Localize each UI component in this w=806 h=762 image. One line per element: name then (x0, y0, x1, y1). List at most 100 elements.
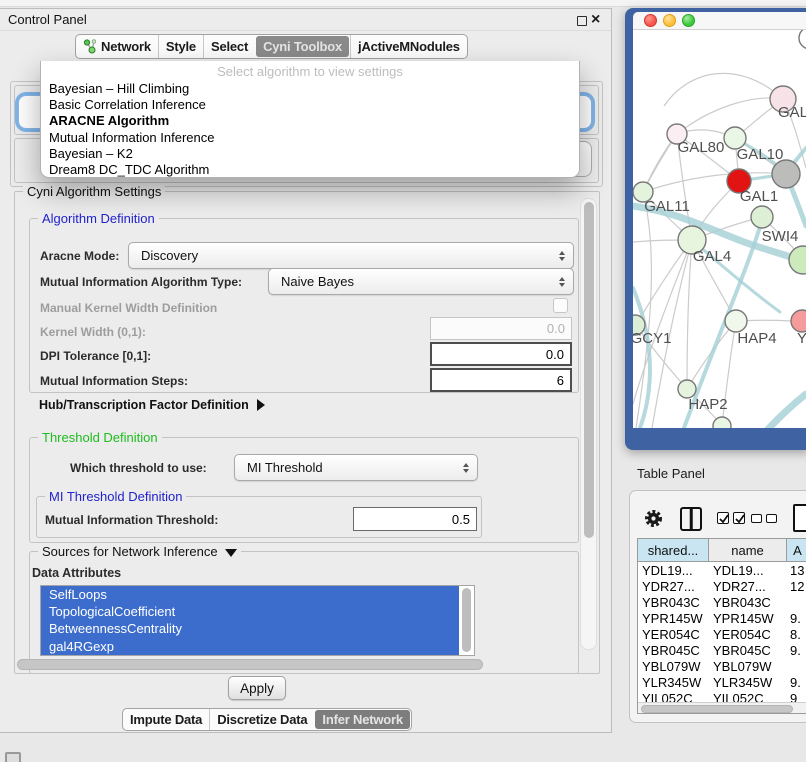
tab-cyni-toolbox[interactable]: Cyni Toolbox (256, 36, 349, 57)
kernel-width-field[interactable]: 0.0 (430, 317, 572, 340)
desktop-shortcut-icon[interactable] (5, 752, 21, 762)
column-header-a[interactable]: A (787, 539, 806, 562)
network-edge-highlighted (750, 394, 806, 428)
table-row[interactable]: YIL052CYIL052C9 (638, 690, 806, 702)
algorithm-option-aracne-algorithm[interactable]: ARACNE Algorithm (41, 113, 579, 129)
network-node-label: GAL (778, 104, 806, 121)
table-row[interactable]: YER054CYER054C8. (638, 626, 806, 642)
close-traffic-light-icon[interactable] (644, 14, 657, 27)
table-cell: YBR043C (713, 595, 771, 610)
network-node-label: GAL11 (644, 198, 690, 215)
control-panel-window: Control Panel × NetworkStyleSelectCyni T… (0, 8, 612, 733)
column-header-shared[interactable]: shared... (638, 539, 709, 562)
tab-network[interactable]: Network (76, 35, 158, 58)
close-icon[interactable]: × (591, 11, 600, 29)
select-all-checkbox-icon-2[interactable] (733, 512, 745, 524)
node-table: shared...nameA YDL19...YDL19...13YDR27..… (637, 538, 806, 714)
minimize-traffic-light-icon[interactable] (663, 14, 676, 27)
dpi-tolerance-field[interactable]: 0.0 (430, 342, 572, 366)
mi-type-combo[interactable]: Naive Bayes (268, 268, 574, 295)
sources-toggle[interactable]: Sources for Network Inference (38, 544, 241, 559)
table-cell: YIL052C (713, 691, 764, 702)
tab-select[interactable]: Select (203, 35, 255, 58)
aracne-mode-combo[interactable]: Discovery (128, 242, 574, 269)
select-all-checkbox-icon[interactable] (717, 512, 729, 524)
table-row[interactable]: YDR27...YDR27...12 (638, 578, 806, 594)
table-cell: YBR045C (642, 643, 700, 658)
tab-style[interactable]: Style (158, 35, 203, 58)
mi-threshold-definition-group: MI Threshold Definition Mutual Informati… (36, 496, 482, 538)
network-view-window[interactable]: GALGAL80GAL10GAL1GAL11SWI4GAL4GCY1HAP4YH… (625, 8, 806, 450)
column-header-name[interactable]: name (709, 539, 787, 562)
attribute-item-gal4rgexp[interactable]: gal4RGexp (41, 638, 459, 655)
network-node-y[interactable] (791, 310, 806, 332)
table-row[interactable]: YBL079WYBL079W (638, 658, 806, 674)
table-rows: YDL19...YDL19...13YDR27...YDR27...12YBR0… (638, 562, 806, 702)
mi-type-label: Mutual Information Algorithm Type: (40, 275, 242, 289)
hub-definition-toggle[interactable]: Hub/Transcription Factor Definition (39, 398, 265, 412)
mi-threshold-definition-title: MI Threshold Definition (45, 489, 186, 504)
algorithm-dropdown-list: Bayesian – Hill ClimbingBasic Correlatio… (41, 81, 579, 178)
desktop-top-strip (0, 0, 806, 7)
deselect-checkbox-icon[interactable] (751, 514, 762, 523)
table-row[interactable]: YDL19...YDL19...13 (638, 562, 806, 578)
network-canvas[interactable]: GALGAL80GAL10GAL1GAL11SWI4GAL4GCY1HAP4YH… (633, 30, 806, 428)
algorithm-option-mutual-information-inference[interactable]: Mutual Information Inference (41, 130, 579, 146)
tab-label: Network (101, 39, 151, 54)
attr-list-scrollbar[interactable] (462, 588, 471, 652)
table-cell: YLR345W (713, 675, 772, 690)
algorithm-option-bayesian-k2[interactable]: Bayesian – K2 (41, 146, 579, 162)
network-node[interactable] (772, 160, 800, 188)
which-threshold-combo[interactable]: MI Threshold (234, 454, 478, 481)
algorithm-option-bayesian-hill-climbing[interactable]: Bayesian – Hill Climbing (41, 81, 579, 97)
bottom-tab-infer-network[interactable]: Infer Network (315, 710, 409, 729)
which-threshold-label: Which threshold to use: (70, 461, 207, 475)
tab-label: Discretize Data (217, 712, 307, 727)
network-node-swi4[interactable] (751, 206, 773, 228)
data-attributes-list[interactable]: SelfLoopsTopologicalCoefficientBetweenne… (40, 585, 475, 656)
stepper-icon (559, 251, 565, 261)
bottom-tab-impute-data[interactable]: Impute Data (123, 709, 209, 730)
settings-vscroll-track[interactable] (580, 198, 597, 650)
algorithm-dropdown-placeholder: Select algorithm to view settings (41, 63, 579, 81)
network-window-titlebar[interactable] (633, 12, 806, 30)
table-cell: 8. (790, 627, 801, 642)
network-node[interactable] (789, 246, 806, 274)
float-window-icon[interactable] (577, 16, 587, 26)
gear-icon[interactable] (644, 509, 663, 528)
apply-button[interactable]: Apply (228, 676, 286, 700)
dpi-tolerance-label: DPI Tolerance [0,1]: (40, 349, 151, 363)
table-row[interactable]: YPR145WYPR145W9. (638, 610, 806, 626)
table-hscroll-track[interactable] (638, 702, 806, 714)
table-row[interactable]: YBR043CYBR043C (638, 594, 806, 610)
attribute-item-topologicalcoefficient[interactable]: TopologicalCoefficient (41, 603, 459, 620)
aracne-mode-label: Aracne Mode: (40, 249, 119, 263)
network-node-label: HAP4 (737, 330, 776, 347)
algorithm-option-basic-correlation-inference[interactable]: Basic Correlation Inference (41, 97, 579, 113)
mi-threshold-field[interactable]: 0.5 (353, 507, 477, 531)
table-hscroll-thumb[interactable] (641, 705, 793, 713)
mi-steps-field[interactable]: 6 (430, 368, 572, 392)
zoom-traffic-light-icon[interactable] (682, 14, 695, 27)
table-row[interactable]: YLR345WYLR345W9. (638, 674, 806, 690)
table-cell: 9 (790, 691, 797, 702)
table-cell: YBL079W (713, 659, 772, 674)
network-node[interactable] (799, 30, 806, 49)
network-node-label: GAL4 (693, 248, 731, 265)
table-row[interactable]: YBR045CYBR045C9. (638, 642, 806, 658)
settings-hscroll-thumb[interactable] (17, 659, 483, 670)
network-node[interactable] (713, 417, 731, 428)
new-table-icon[interactable] (793, 504, 806, 532)
manual-kernel-checkbox[interactable] (553, 298, 568, 313)
table-cell: YDL19... (713, 563, 764, 578)
tab-jactivemnodules[interactable]: jActiveMNodules (350, 35, 467, 58)
attribute-item-selfloops[interactable]: SelfLoops (41, 586, 459, 603)
network-node-hap4[interactable] (725, 310, 747, 332)
algorithm-option-dream8-dc-tdc-algorithm[interactable]: Dream8 DC_TDC Algorithm (41, 162, 579, 178)
settings-vscroll-thumb[interactable] (584, 202, 594, 538)
table-panel: shared...nameA YDL19...YDL19...13YDR27..… (629, 490, 806, 723)
split-panel-icon[interactable] (680, 507, 702, 531)
bottom-tab-discretize-data[interactable]: Discretize Data (209, 709, 314, 730)
deselect-checkbox-icon-2[interactable] (766, 514, 777, 523)
attribute-item-betweennesscentrality[interactable]: BetweennessCentrality (41, 620, 459, 637)
